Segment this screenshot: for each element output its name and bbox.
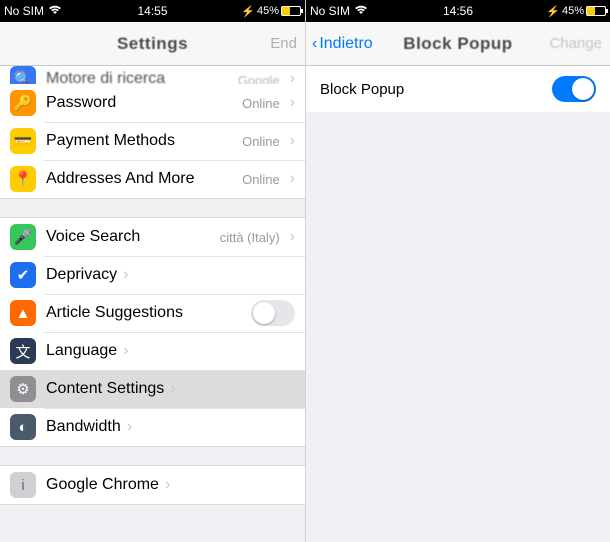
row-label: Language [46,342,117,360]
nav-done-button[interactable]: End [270,35,297,52]
row-label: Motore di ricerca [46,70,165,84]
battery-icon [281,6,301,16]
row-label: Block Popup [320,81,404,98]
status-bar: No SIM 14:55 ⚡ 45% [0,0,305,22]
key-icon: 🔑 [10,90,36,116]
wifi-icon [354,4,368,18]
row-label: Google Chrome [46,476,159,494]
row-voice-search[interactable]: 🎤 Voice Search città (Italy) › [0,218,305,256]
row-privacy[interactable]: ✔ Deprivacy › [0,256,305,294]
row-value: Online [242,96,284,111]
row-content-settings[interactable]: ⚙ Content Settings › [0,370,305,408]
article-suggestions-toggle[interactable] [251,300,295,326]
clock-label: 14:55 [137,4,167,18]
row-value: Online [242,134,284,149]
chevron-right-icon: › [290,94,295,112]
chevron-right-icon: › [123,266,128,284]
battery-pct: 45% [562,5,584,17]
row-block-popup[interactable]: Block Popup [306,66,610,112]
content-area: Block Popup [306,66,610,112]
row-label: Voice Search [46,228,140,246]
battery-icon [586,6,606,16]
settings-group-about: i Google Chrome › [0,465,305,505]
status-bar: No SIM 14:56 ⚡ 45% [306,0,610,22]
flame-icon: ▲ [10,300,36,326]
row-search-engine[interactable]: 🔍 Motore di ricerca Google › [0,66,305,84]
settings-screen: No SIM 14:55 ⚡ 45% Settings End 🔍 Motore… [0,0,305,542]
block-popup-toggle[interactable] [552,76,596,102]
row-article-suggestions[interactable]: ▲ Article Suggestions [0,294,305,332]
row-about-chrome[interactable]: i Google Chrome › [0,466,305,504]
chevron-right-icon: › [290,170,295,188]
row-language[interactable]: 文 Language › [0,332,305,370]
gear-icon: ⚙ [10,376,36,402]
chevron-right-icon: › [123,342,128,360]
row-label: Deprivacy [46,266,117,284]
row-password[interactable]: 🔑 Password Online › [0,84,305,122]
chevron-right-icon: › [170,380,175,398]
row-value: Online [242,172,284,187]
chevron-right-icon: › [290,132,295,150]
shield-icon: ✔ [10,262,36,288]
back-label: Indietro [319,35,372,53]
location-icon: 📍 [10,166,36,192]
nav-title: Block Popup [403,34,512,54]
battery-pct: 45% [257,5,279,17]
nav-bar: Settings End [0,22,305,66]
row-value: Google [238,73,284,84]
chevron-right-icon: › [290,70,295,84]
settings-group-advanced: 🎤 Voice Search città (Italy) › ✔ Depriva… [0,217,305,447]
translate-icon: 文 [10,338,36,364]
chevron-right-icon: › [165,476,170,494]
bolt-icon: ⚡ [546,5,560,18]
carrier-label: No SIM [310,4,350,18]
chevron-left-icon: ‹ [312,35,317,53]
chevron-right-icon: › [290,228,295,246]
settings-group-basics: 🔍 Motore di ricerca Google › 🔑 Password … [0,66,305,199]
card-icon: 💳 [10,128,36,154]
back-button[interactable]: ‹ Indietro [312,35,373,53]
row-label: Payment Methods [46,132,175,150]
row-value: città (Italy) [220,230,284,245]
row-label: Addresses And More [46,170,195,188]
carrier-label: No SIM [4,4,44,18]
row-payment-methods[interactable]: 💳 Payment Methods Online › [0,122,305,160]
row-label: Bandwidth [46,418,121,436]
info-icon: i [10,472,36,498]
nav-bar: ‹ Indietro Block Popup Change [306,22,610,66]
row-bandwidth[interactable]: ◐ Bandwidth › [0,408,305,446]
row-label: Article Suggestions [46,304,183,322]
settings-list: 🔍 Motore di ricerca Google › 🔑 Password … [0,66,305,542]
wifi-icon [48,4,62,18]
clock-label: 14:56 [443,4,473,18]
row-label: Password [46,94,116,112]
block-popup-screen: No SIM 14:56 ⚡ 45% ‹ Indietro Block Popu… [305,0,610,542]
gauge-icon: ◐ [10,414,36,440]
nav-change-button[interactable]: Change [549,35,602,52]
chevron-right-icon: › [127,418,132,436]
row-addresses[interactable]: 📍 Addresses And More Online › [0,160,305,198]
nav-title: Settings [117,34,188,54]
row-label: Content Settings [46,380,164,398]
search-engine-icon: 🔍 [10,66,36,84]
bolt-icon: ⚡ [241,5,255,18]
mic-icon: 🎤 [10,224,36,250]
